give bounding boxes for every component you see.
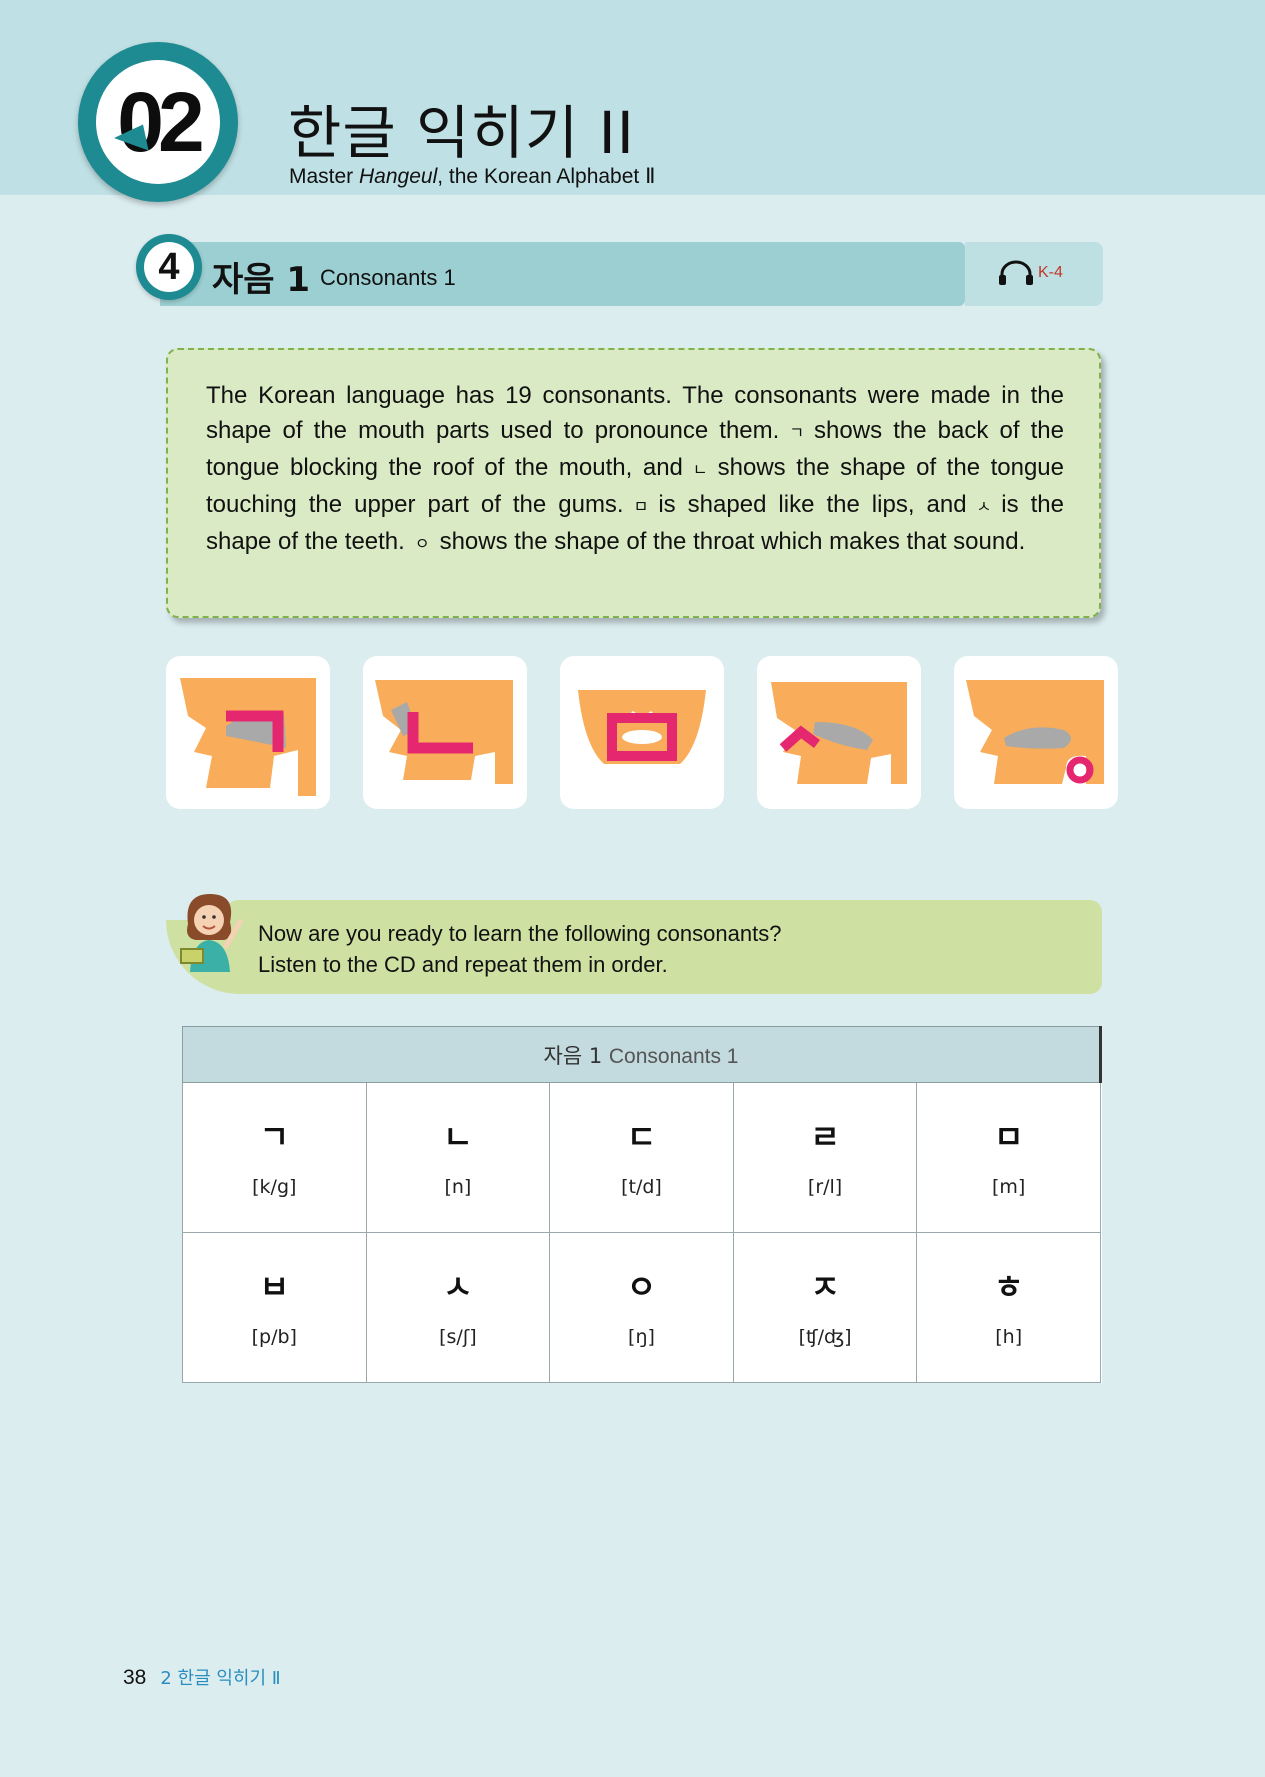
table-row: ㅂ [p/b] ㅅ [s/ʃ] ㅇ [ŋ] ㅈ [ʧ/ʤ] ㅎ [h] <box>182 1232 1101 1383</box>
consonant-cell: ㅇ [ŋ] <box>549 1232 734 1383</box>
instruction-text: Now are you ready to learn the following… <box>258 918 781 980</box>
instruction-line-2: Listen to the CD and repeat them in orde… <box>258 952 668 977</box>
mouth-figure-ieung <box>954 656 1118 809</box>
audio-track-code: K-4 <box>1038 264 1063 281</box>
table-header: 자음 1 Consonants 1 <box>182 1026 1102 1083</box>
consonant-cell: ㅎ [h] <box>916 1232 1101 1383</box>
page-number: 38 <box>123 1666 147 1689</box>
consonants-table: 자음 1 Consonants 1 ㄱ [k/g] ㄴ [n] ㄷ [t/d] ㄹ [r… <box>182 1026 1102 1383</box>
consonant-cell: ㄷ [t/d] <box>549 1082 734 1233</box>
headphones-icon <box>999 260 1033 285</box>
mouth-figure-siot <box>757 656 921 809</box>
running-title: 2 한글 익히기 Ⅱ <box>160 1668 281 1689</box>
consonant-cell: ㅅ [s/ʃ] <box>365 1232 551 1383</box>
chapter-subtitle: Master Hangeul, the Korean Alphabet Ⅱ <box>289 165 656 188</box>
jamo-siot: ㅅ <box>976 497 992 516</box>
jamo-giyeok: ㄱ <box>789 423 805 442</box>
consonant-cell: ㄴ [n] <box>365 1082 551 1233</box>
jamo-ieung: ㅇ <box>414 534 430 553</box>
mouth-figure-mieum <box>560 656 724 809</box>
audio-track[interactable]: K-4 <box>998 260 1063 286</box>
consonant-cell: ㄱ [k/g] <box>182 1082 367 1233</box>
instruction-line-1: Now are you ready to learn the following… <box>258 921 782 946</box>
mouth-figure-giyeok <box>166 656 330 809</box>
section-number: 4 <box>144 242 194 292</box>
table-row: ㄱ [k/g] ㄴ [n] ㄷ [t/d] ㄹ [r/l] ㅁ [m] <box>182 1082 1101 1233</box>
intro-text: The Korean language has 19 consonants. T… <box>206 382 1065 555</box>
consonant-cell: ㅈ [ʧ/ʤ] <box>732 1232 918 1383</box>
section-title-korean: 자음 1 <box>212 260 311 300</box>
section-title-english: Consonants 1 <box>320 265 456 290</box>
page-footer: 38 2 한글 익히기 Ⅱ <box>123 1664 281 1690</box>
jamo-mieum: ㅁ <box>633 497 649 516</box>
consonant-cell: ㄹ [r/l] <box>732 1082 918 1233</box>
chapter-number: 02 <box>96 60 220 184</box>
chapter-badge: 02 <box>78 42 238 202</box>
mouth-figure-nieun <box>363 656 527 809</box>
chapter-title: 한글 익히기 II <box>288 99 635 167</box>
consonant-cell: ㅁ [m] <box>916 1082 1101 1233</box>
consonant-cell: ㅂ [p/b] <box>182 1232 367 1383</box>
teacher-icon <box>180 894 243 972</box>
section-badge: 4 <box>136 234 202 300</box>
jamo-nieun: ㄴ <box>692 460 708 479</box>
